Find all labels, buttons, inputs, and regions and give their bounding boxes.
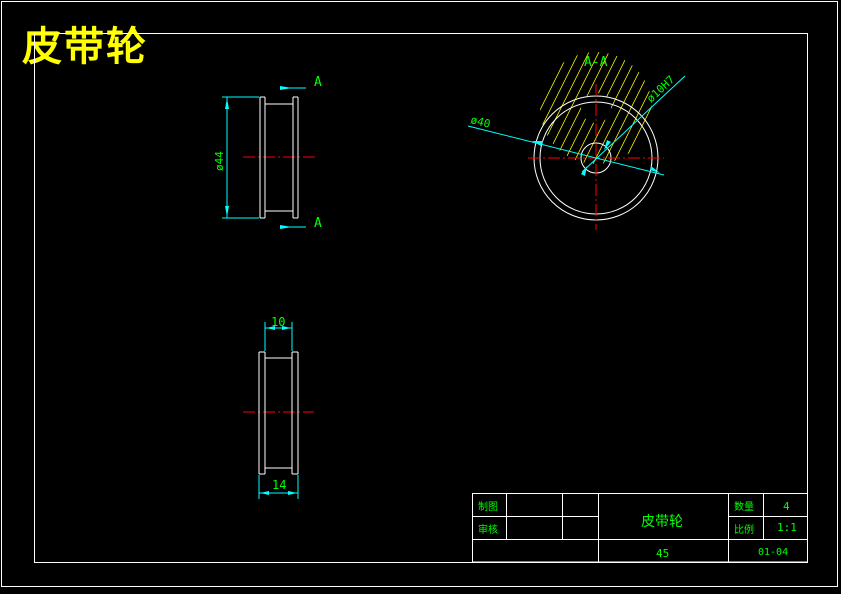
qty-label: 数量 (734, 500, 754, 513)
scale-value: 1:1 (777, 521, 797, 534)
front-view (222, 86, 318, 229)
material: 45 (656, 547, 669, 560)
side-top-dim: 10 (271, 315, 285, 329)
side-bottom-dim: 14 (272, 478, 286, 492)
inner-border (34, 33, 808, 563)
section-mark-bottom: A (314, 216, 322, 231)
outer-border (1, 1, 838, 587)
section-view (467, 52, 686, 230)
scale-label: 比例 (734, 523, 754, 536)
bore-diameter-dim: ø10H7 (644, 73, 677, 105)
part-name: 皮带轮 (641, 514, 683, 530)
drawn-label: 制图 (478, 500, 498, 513)
checked-label: 审核 (478, 523, 498, 536)
side-view (243, 322, 314, 499)
section-mark-top: A (314, 75, 322, 90)
outer-diameter-dim: ø40 (469, 113, 491, 130)
cad-drawing: A A ø44 A-A ø40 ø10H7 10 14 制图 审核 皮带轮 数量… (1, 1, 838, 587)
front-diameter-dim: ø44 (213, 151, 226, 171)
drawing-number: 01-04 (758, 547, 788, 558)
qty-value: 4 (783, 500, 790, 513)
